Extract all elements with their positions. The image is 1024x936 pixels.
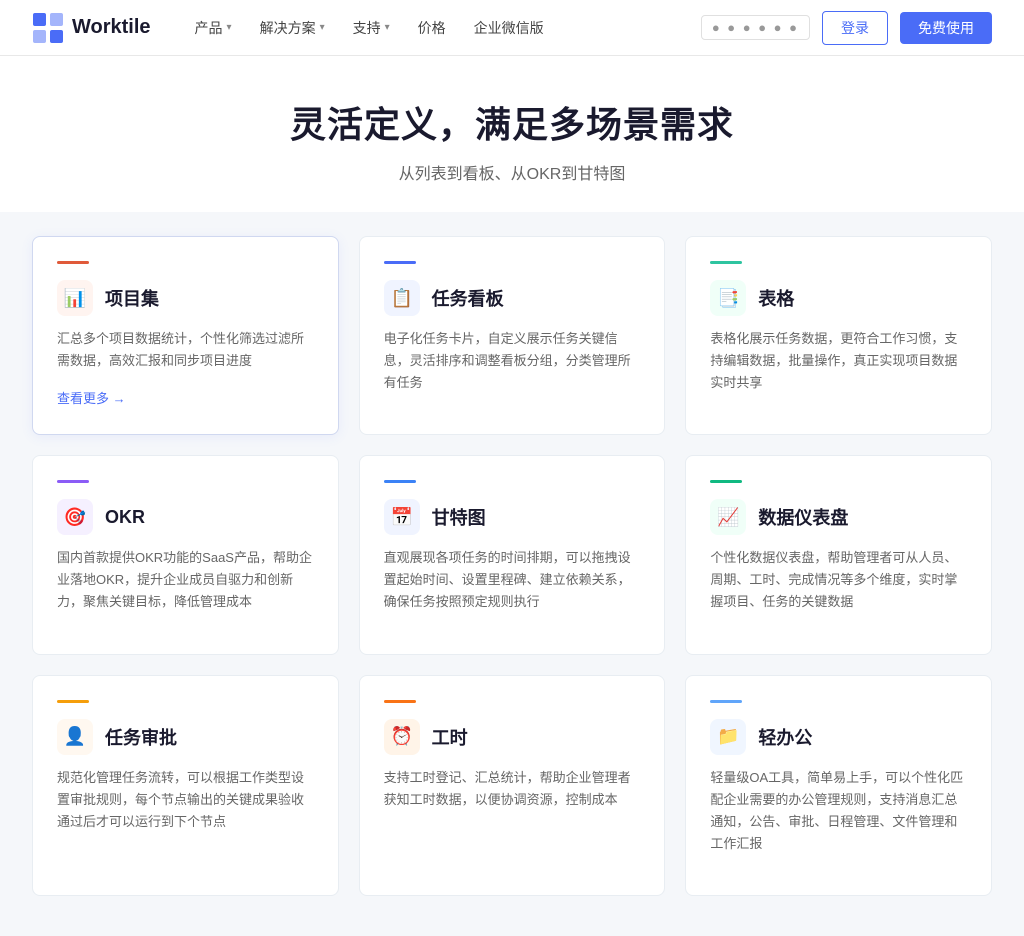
card-grid: 📊 项目集 汇总多个项目数据统计，个性化筛选过滤所需数据，高效汇报和同步项目进度… — [32, 236, 992, 896]
card-accent — [710, 700, 742, 703]
free-trial-button[interactable]: 免费使用 — [900, 12, 992, 44]
card-icon: ⏰ — [384, 719, 420, 755]
card-title: 任务看板 — [432, 285, 504, 311]
card-desc: 国内首款提供OKR功能的SaaS产品，帮助企业落地OKR，提升企业成员自驱力和创… — [57, 547, 314, 613]
card-accent — [384, 700, 416, 703]
card-accent — [384, 480, 416, 483]
chevron-down-icon: ▾ — [385, 22, 390, 33]
card-desc: 轻量级OA工具，简单易上手，可以个性化匹配企业需要的办公管理规则，支持消息汇总通… — [710, 767, 967, 855]
card-header: 📊 项目集 — [57, 280, 314, 316]
card-title: 数据仪表盘 — [758, 504, 848, 530]
user-info: ● ● ● ● ● ● — [701, 15, 810, 40]
card-title: 甘特图 — [432, 504, 486, 530]
logo-text: Worktile — [72, 16, 151, 39]
login-button[interactable]: 登录 — [822, 11, 888, 45]
nav-menu: 产品 ▾ 解决方案 ▾ 支持 ▾ 价格 企业微信版 — [183, 10, 701, 46]
card-desc: 支持工时登记、汇总统计，帮助企业管理者获知工时数据，以便协调资源，控制成本 — [384, 767, 641, 811]
card-header: 👤 任务审批 — [57, 719, 314, 755]
card-header: 📑 表格 — [710, 280, 967, 316]
card-accent — [57, 261, 89, 264]
card-header: 📅 甘特图 — [384, 499, 641, 535]
card-accent — [710, 261, 742, 264]
nav-solutions[interactable]: 解决方案 ▾ — [248, 10, 337, 46]
card-accent — [710, 480, 742, 483]
card-header: 📁 轻办公 — [710, 719, 967, 755]
card-approval[interactable]: 👤 任务审批 规范化管理任务流转，可以根据工作类型设置审批规则，每个节点输出的关… — [32, 675, 339, 896]
card-worktime[interactable]: ⏰ 工时 支持工时登记、汇总统计，帮助企业管理者获知工时数据，以便协调资源，控制… — [359, 675, 666, 896]
logo-icon — [32, 12, 64, 44]
nav-support[interactable]: 支持 ▾ — [341, 10, 402, 46]
card-title: OKR — [105, 507, 145, 528]
navbar: Worktile 产品 ▾ 解决方案 ▾ 支持 ▾ 价格 企业微信版 ● ● ●… — [0, 0, 1024, 56]
card-desc: 直观展现各项任务的时间排期，可以拖拽设置起始时间、设置里程碑、建立依赖关系，确保… — [384, 547, 641, 613]
card-desc: 表格化展示任务数据，更符合工作习惯，支持编辑数据，批量操作，真正实现项目数据实时… — [710, 328, 967, 394]
nav-product[interactable]: 产品 ▾ — [183, 10, 244, 46]
card-icon: 🎯 — [57, 499, 93, 535]
card-gantt[interactable]: 📅 甘特图 直观展现各项任务的时间排期，可以拖拽设置起始时间、设置里程碑、建立依… — [359, 455, 666, 654]
card-icon: 👤 — [57, 719, 93, 755]
card-office[interactable]: 📁 轻办公 轻量级OA工具，简单易上手，可以个性化匹配企业需要的办公管理规则，支… — [685, 675, 992, 896]
card-icon: 📅 — [384, 499, 420, 535]
card-icon: 📁 — [710, 719, 746, 755]
card-link[interactable]: 查看更多 → — [57, 388, 126, 407]
navbar-right: ● ● ● ● ● ● 登录 免费使用 — [701, 11, 992, 45]
hero-title: 灵活定义，满足多场景需求 — [20, 96, 1004, 148]
hero-subtitle: 从列表到看板、从OKR到甘特图 — [20, 160, 1004, 184]
card-okr[interactable]: 🎯 OKR 国内首款提供OKR功能的SaaS产品，帮助企业落地OKR，提升企业成… — [32, 455, 339, 654]
card-desc: 规范化管理任务流转，可以根据工作类型设置审批规则，每个节点输出的关键成果验收通过… — [57, 767, 314, 833]
card-header: 📋 任务看板 — [384, 280, 641, 316]
card-project-set[interactable]: 📊 项目集 汇总多个项目数据统计，个性化筛选过滤所需数据，高效汇报和同步项目进度… — [32, 236, 339, 435]
chevron-down-icon: ▾ — [227, 22, 232, 33]
card-title: 表格 — [758, 285, 794, 311]
card-icon: 📋 — [384, 280, 420, 316]
card-desc: 电子化任务卡片，自定义展示任务关键信息，灵活排序和调整看板分组，分类管理所有任务 — [384, 328, 641, 394]
card-accent — [57, 480, 89, 483]
card-title: 工时 — [432, 724, 468, 750]
card-title: 项目集 — [105, 285, 159, 311]
chevron-down-icon: ▾ — [320, 22, 325, 33]
card-header: ⏰ 工时 — [384, 719, 641, 755]
card-accent — [57, 700, 89, 703]
card-header: 🎯 OKR — [57, 499, 314, 535]
card-header: 📈 数据仪表盘 — [710, 499, 967, 535]
card-title: 轻办公 — [758, 724, 812, 750]
main-content: 📊 项目集 汇总多个项目数据统计，个性化筛选过滤所需数据，高效汇报和同步项目进度… — [0, 212, 1024, 936]
card-icon: 📑 — [710, 280, 746, 316]
card-title: 任务审批 — [105, 724, 177, 750]
nav-wechat[interactable]: 企业微信版 — [462, 10, 556, 46]
logo[interactable]: Worktile — [32, 12, 151, 44]
card-dashboard[interactable]: 📈 数据仪表盘 个性化数据仪表盘，帮助管理者可从人员、周期、工时、完成情况等多个… — [685, 455, 992, 654]
card-desc: 个性化数据仪表盘，帮助管理者可从人员、周期、工时、完成情况等多个维度，实时掌握项… — [710, 547, 967, 613]
card-accent — [384, 261, 416, 264]
card-desc: 汇总多个项目数据统计，个性化筛选过滤所需数据，高效汇报和同步项目进度 — [57, 328, 314, 372]
card-icon: 📊 — [57, 280, 93, 316]
card-table[interactable]: 📑 表格 表格化展示任务数据，更符合工作习惯，支持编辑数据，批量操作，真正实现项… — [685, 236, 992, 435]
hero-section: 灵活定义，满足多场景需求 从列表到看板、从OKR到甘特图 — [0, 56, 1024, 212]
card-icon: 📈 — [710, 499, 746, 535]
nav-pricing[interactable]: 价格 — [406, 10, 458, 46]
card-task-board[interactable]: 📋 任务看板 电子化任务卡片，自定义展示任务关键信息，灵活排序和调整看板分组，分… — [359, 236, 666, 435]
